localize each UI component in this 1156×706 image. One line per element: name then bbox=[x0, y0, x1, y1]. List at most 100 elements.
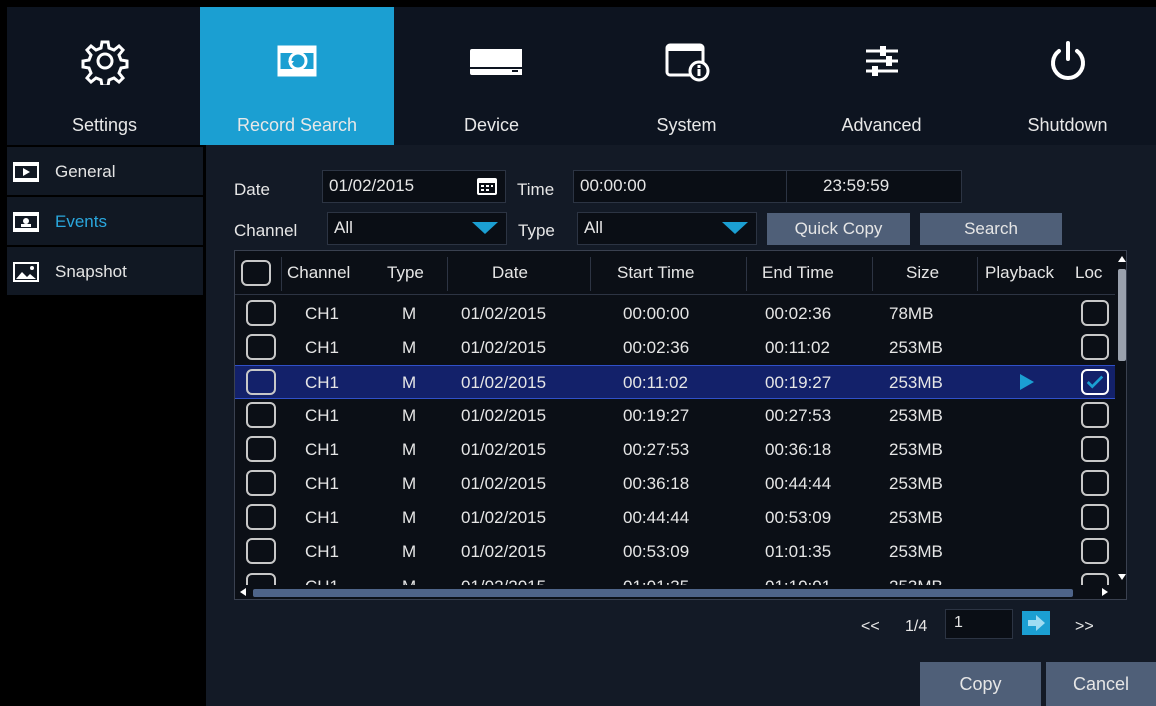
header-size[interactable]: Size bbox=[906, 263, 939, 283]
cell-size: 253MB bbox=[889, 406, 943, 425]
date-label: Date bbox=[234, 180, 270, 199]
type-value: All bbox=[584, 218, 603, 237]
row-checkbox[interactable] bbox=[246, 402, 276, 428]
header-channel[interactable]: Channel bbox=[287, 263, 350, 283]
scroll-down-arrow-icon[interactable] bbox=[1118, 573, 1126, 581]
row-checkbox[interactable] bbox=[246, 436, 276, 462]
cell-channel: CH1 bbox=[305, 406, 340, 425]
play-icon bbox=[13, 162, 39, 182]
scroll-right-arrow-icon[interactable] bbox=[1101, 588, 1109, 596]
lock-checkbox[interactable] bbox=[1081, 573, 1109, 585]
time-end-value: 23:59:59 bbox=[823, 176, 890, 195]
quick-copy-button[interactable]: Quick Copy bbox=[767, 213, 910, 245]
scroll-left-arrow-icon[interactable] bbox=[239, 588, 247, 596]
chevron-down-icon[interactable] bbox=[472, 222, 498, 234]
lock-checkbox[interactable] bbox=[1081, 538, 1109, 564]
pager-first[interactable]: << bbox=[861, 618, 880, 636]
nav-advanced-label: Advanced bbox=[841, 115, 922, 135]
cell-type: M bbox=[402, 373, 417, 392]
cell-type: M bbox=[402, 304, 417, 323]
cell-type: M bbox=[402, 440, 417, 459]
vertical-scroll-thumb[interactable] bbox=[1118, 269, 1126, 361]
row-checkbox[interactable] bbox=[246, 300, 276, 326]
sliders-icon bbox=[865, 46, 898, 76]
lock-checkbox[interactable] bbox=[1081, 369, 1109, 395]
table-row[interactable]: CH1 M 01/02/2015 00:02:36 00:11:02 253MB bbox=[235, 331, 1115, 365]
table-row[interactable]: CH1 M 01/02/2015 00:44:44 00:53:09 253MB bbox=[235, 501, 1115, 535]
search-button[interactable]: Search bbox=[920, 213, 1062, 245]
table-row[interactable]: CH1 M 01/02/2015 00:00:00 00:02:36 78MB bbox=[235, 297, 1115, 331]
nav-shutdown-label: Shutdown bbox=[1027, 115, 1108, 135]
calendar-icon[interactable] bbox=[476, 176, 498, 196]
cancel-button[interactable]: Cancel bbox=[1046, 662, 1156, 706]
cell-end: 00:53:09 bbox=[765, 508, 832, 527]
select-all-checkbox[interactable] bbox=[241, 260, 271, 286]
pager-page-info: 1/4 bbox=[905, 618, 928, 635]
lock-checkbox[interactable] bbox=[1081, 300, 1109, 326]
gear-icon bbox=[81, 40, 128, 85]
device-icon bbox=[469, 49, 522, 75]
cell-size: 253MB bbox=[889, 577, 943, 585]
cell-end: 00:36:18 bbox=[765, 440, 832, 459]
cell-date: 01/02/2015 bbox=[461, 577, 546, 585]
header-divider bbox=[281, 257, 282, 291]
cell-channel: CH1 bbox=[305, 304, 340, 323]
lock-checkbox[interactable] bbox=[1081, 402, 1109, 428]
time-start-field[interactable]: 00:00:00 bbox=[573, 170, 787, 203]
table-row[interactable]: CH1 M 01/02/2015 00:19:27 00:27:53 253MB bbox=[235, 399, 1115, 433]
system-info-icon bbox=[665, 43, 709, 82]
cell-start: 01:01:35 bbox=[623, 577, 689, 585]
header-end-time[interactable]: End Time bbox=[762, 263, 834, 283]
cell-size: 253MB bbox=[889, 338, 943, 357]
header-lock[interactable]: Loc bbox=[1075, 263, 1102, 283]
row-checkbox[interactable] bbox=[246, 504, 276, 530]
copy-button[interactable]: Copy bbox=[920, 662, 1041, 706]
nav-advanced[interactable]: Advanced bbox=[784, 7, 979, 145]
row-checkbox[interactable] bbox=[246, 334, 276, 360]
sidebar-item-snapshot[interactable]: Snapshot bbox=[7, 247, 203, 296]
cell-size: 253MB bbox=[889, 440, 943, 459]
table-row-partial[interactable]: CH1 M 01/02/2015 01:01:35 01:10:01 253MB bbox=[235, 567, 1115, 585]
scroll-up-arrow-icon[interactable] bbox=[1118, 255, 1126, 263]
cell-date: 01/02/2015 bbox=[461, 304, 547, 323]
channel-label: Channel bbox=[234, 221, 298, 240]
row-checkbox[interactable] bbox=[246, 538, 276, 564]
horizontal-scroll-thumb[interactable] bbox=[253, 589, 1073, 597]
header-date[interactable]: Date bbox=[492, 263, 528, 283]
checkmark-icon bbox=[1086, 375, 1104, 389]
nav-device[interactable]: Device bbox=[394, 7, 589, 145]
header-type[interactable]: Type bbox=[387, 263, 424, 283]
lock-checkbox[interactable] bbox=[1081, 436, 1109, 462]
row-checkbox[interactable] bbox=[246, 470, 276, 496]
lock-checkbox[interactable] bbox=[1081, 470, 1109, 496]
play-icon[interactable] bbox=[1020, 374, 1034, 390]
go-arrow-icon[interactable] bbox=[1022, 611, 1050, 635]
table-row[interactable]: CH1 M 01/02/2015 00:11:02 00:19:27 253MB bbox=[235, 365, 1115, 399]
nav-settings[interactable]: Settings bbox=[7, 7, 202, 145]
cell-start: 00:53:09 bbox=[623, 542, 690, 561]
pager-last[interactable]: >> bbox=[1075, 618, 1094, 636]
lock-checkbox[interactable] bbox=[1081, 334, 1109, 360]
lock-checkbox[interactable] bbox=[1081, 504, 1109, 530]
table-row[interactable]: CH1 M 01/02/2015 00:53:09 01:01:35 253MB bbox=[235, 535, 1115, 569]
cell-date: 01/02/2015 bbox=[461, 474, 547, 493]
row-checkbox[interactable] bbox=[246, 369, 276, 395]
header-divider bbox=[872, 257, 873, 291]
nav-shutdown[interactable]: Shutdown bbox=[979, 7, 1156, 145]
table-row[interactable]: CH1 M 01/02/2015 00:27:53 00:36:18 253MB bbox=[235, 433, 1115, 467]
page-input[interactable]: 1 bbox=[945, 609, 1013, 639]
cell-start: 00:27:53 bbox=[623, 440, 690, 459]
header-start-time[interactable]: Start Time bbox=[617, 263, 694, 283]
header-playback[interactable]: Playback bbox=[985, 263, 1054, 283]
chevron-down-icon[interactable] bbox=[722, 222, 748, 234]
nav-system[interactable]: System bbox=[589, 7, 784, 145]
sidebar-item-events[interactable]: Events bbox=[7, 197, 203, 246]
sidebar-item-general[interactable]: General bbox=[7, 147, 203, 196]
table-row[interactable]: CH1 M 01/02/2015 00:36:18 00:44:44 253MB bbox=[235, 467, 1115, 501]
sidebar-item-label: Snapshot bbox=[55, 262, 127, 281]
nav-system-label: System bbox=[656, 115, 717, 135]
nav-record-search[interactable]: Record Search bbox=[200, 7, 394, 145]
cell-end: 01:10:01 bbox=[765, 577, 831, 585]
time-end-field[interactable]: 23:59:59 bbox=[787, 170, 962, 203]
row-checkbox[interactable] bbox=[246, 573, 276, 585]
